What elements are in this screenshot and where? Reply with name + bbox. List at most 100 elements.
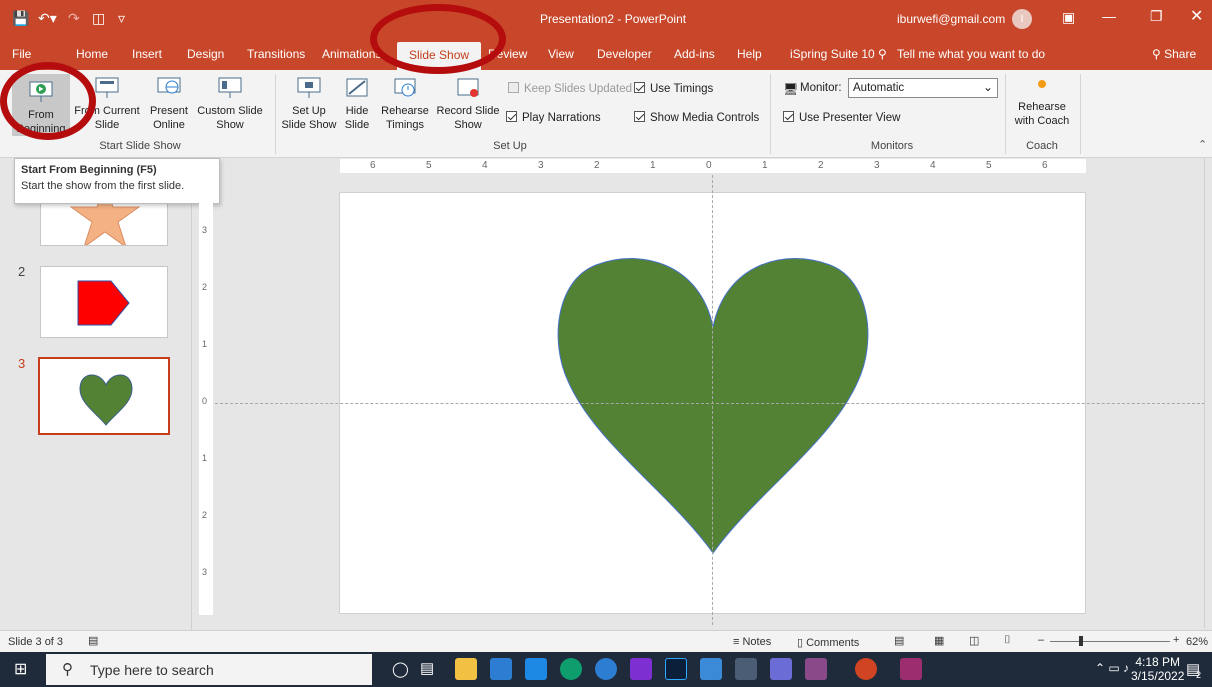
tab-design[interactable]: Design [187,47,224,61]
file-explorer-icon[interactable] [455,658,477,680]
show-media-controls-checkbox[interactable]: Show Media Controls [634,111,759,124]
vs-icon[interactable] [630,658,652,680]
slideshow-view-icon[interactable]: ⌷ [1004,634,1011,647]
vertical-scrollbar[interactable] [1204,158,1212,628]
winrar-icon[interactable] [900,658,922,680]
rehearse-with-coach-button[interactable]: Rehearse with Coach [1012,78,1072,128]
tab-transitions[interactable]: Transitions [247,47,305,61]
vertical-guide[interactable] [712,175,713,625]
reading-view-icon[interactable]: ◫ [969,634,979,647]
monitor-select[interactable]: Automatic ⌄ [848,78,998,98]
undo-icon[interactable]: ↶▾ [38,10,57,27]
clock[interactable]: 4:18 PM 3/15/2022 [1131,655,1184,683]
windows-start-icon[interactable]: ⊞ [14,659,27,679]
edge-icon[interactable] [560,658,582,680]
taskbar-search-box[interactable]: ⚲ Type here to search [46,654,372,685]
ruler-tick-label: 1 [202,453,208,463]
app-icon[interactable] [700,658,722,680]
from-current-slide-button[interactable]: From Current Slide [72,74,142,132]
avatar[interactable]: I [1012,9,1032,29]
minimize-icon[interactable]: — [1102,8,1116,24]
coach-icon [1038,80,1046,88]
keep-slides-updated-checkbox[interactable]: Keep Slides Updated [508,82,632,95]
from-beginning-tooltip: Start From Beginning (F5) Start the show… [14,158,220,204]
zoom-out-icon[interactable]: – [1038,634,1044,646]
tab-add-ins[interactable]: Add-ins [674,47,715,61]
tab-animations[interactable]: Animations [322,47,381,61]
collapse-ribbon-icon[interactable]: ⌃ [1198,138,1207,151]
title-bar: 💾 ↶▾ ↷ ◫ ▿ Presentation2 - PowerPoint ib… [0,0,1212,37]
share-button[interactable]: ⚲ Share [1152,47,1196,61]
ruler-tick-label: 5 [426,160,432,171]
ruler-tick-label: 2 [202,282,208,292]
group-divider [1080,74,1081,154]
slide-thumbnail-2[interactable] [40,266,168,338]
zoom-level[interactable]: 62% [1186,636,1208,648]
share-label: Share [1164,47,1197,61]
slide-sorter-icon[interactable]: ▦ [934,634,944,647]
horizontal-guide[interactable] [215,403,1205,404]
powerpoint-taskbar-icon[interactable] [855,658,877,680]
heart-shape[interactable] [340,193,1087,615]
zoom-in-icon[interactable]: + [1173,634,1179,646]
ribbon-display-options-icon[interactable]: ▣ [1062,9,1075,26]
ruler-tick-label: 3 [874,160,880,171]
cortana-icon[interactable]: ◯ [392,660,409,678]
store-icon[interactable] [490,658,512,680]
zoom-slider-thumb[interactable] [1079,636,1083,646]
tab-developer[interactable]: Developer [597,47,652,61]
tab-home[interactable]: Home [76,47,108,61]
task-view-icon[interactable]: ▤ [420,659,434,677]
set-up-slide-show-button[interactable]: Set Up Slide Show [280,74,338,132]
accessibility-icon[interactable]: ▤ [88,634,98,647]
normal-view-icon[interactable]: ▤ [894,634,904,647]
system-tray-icons[interactable]: ⌃ ▭ ♪ [1095,661,1129,675]
photoshop-icon[interactable] [665,658,687,680]
restore-icon[interactable]: ❐ [1150,8,1163,25]
from-current-label: From Current Slide [74,105,140,131]
close-icon[interactable]: ✕ [1190,6,1203,26]
tab-insert[interactable]: Insert [132,47,162,61]
present-online-button[interactable]: Present Online [146,74,192,132]
rehearse-timings-button[interactable]: Rehearse Timings [376,74,434,132]
redo-icon[interactable]: ↷ [68,10,80,27]
custom-show-label: Custom Slide Show [197,105,263,131]
use-presenter-view-checkbox[interactable]: Use Presenter View [783,111,900,124]
mail-icon[interactable] [525,658,547,680]
from-beginning-label: From Beginning [16,109,66,135]
show-media-label: Show Media Controls [650,112,760,124]
hide-slide-button[interactable]: Hide Slide [340,74,374,132]
group-divider [1005,74,1006,154]
use-timings-check-icon [634,82,645,93]
record-icon [457,78,479,97]
slide-thumbnail-3-selected[interactable] [38,357,170,435]
from-current-slide-icon [95,77,119,98]
pentagon-shape-thumb [77,280,130,326]
tab-file[interactable]: File [12,47,31,61]
setup-show-label: Set Up Slide Show [281,105,337,131]
ruler-tick-label: 0 [202,396,208,406]
notes-button[interactable]: ≡ Notes [733,636,771,648]
customize-qa-icon[interactable]: ▿ [118,10,125,27]
tab-slide-show[interactable]: Slide Show [397,42,482,70]
zoom-slider[interactable] [1050,641,1170,642]
app-icon[interactable] [770,658,792,680]
tab-help[interactable]: Help [737,47,762,61]
start-from-beginning-qa-icon[interactable]: ◫ [92,10,105,27]
app-icon-active[interactable] [735,658,757,680]
use-timings-checkbox[interactable]: Use Timings [634,82,713,95]
comments-button[interactable]: ▯ Comments [797,636,859,649]
tab-ispring[interactable]: iSpring Suite 10 [790,47,875,61]
record-slide-show-button[interactable]: Record Slide Show [436,74,500,132]
tell-me-search[interactable]: Tell me what you want to do [897,47,1045,61]
tab-view[interactable]: View [548,47,574,61]
browser-icon[interactable] [595,658,617,680]
save-icon[interactable]: 💾 [12,10,29,27]
tab-review[interactable]: Review [488,47,527,61]
custom-slide-show-button[interactable]: Custom Slide Show [194,74,266,132]
play-narrations-checkbox[interactable]: Play Narrations [506,111,601,124]
from-beginning-button[interactable]: From Beginning [12,74,70,136]
app-icon[interactable] [805,658,827,680]
clock-date: 3/15/2022 [1131,669,1185,683]
account-name[interactable]: iburwefi@gmail.com [897,12,1005,26]
